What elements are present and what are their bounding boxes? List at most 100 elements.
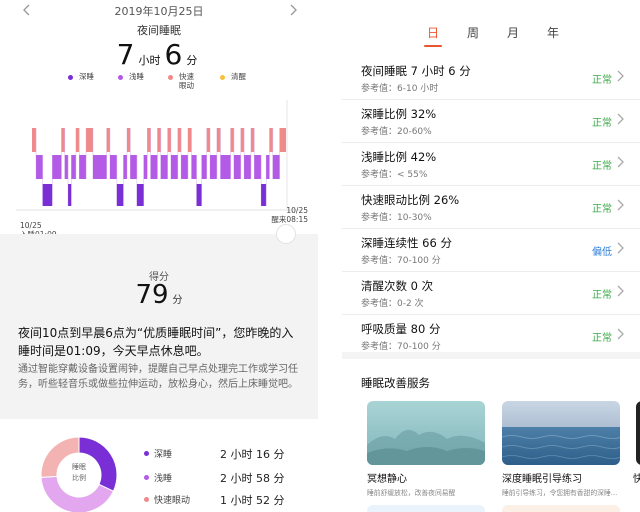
stage-segment bbox=[272, 155, 280, 179]
meditation-image bbox=[367, 401, 485, 465]
metric-title: 深睡比例 32% bbox=[361, 107, 437, 121]
sleep-stage-chart: 10/25 入睡01:09 10/25 醒来08:15 bbox=[0, 100, 318, 239]
chevron-right-icon bbox=[617, 328, 624, 340]
stage-segment bbox=[210, 155, 217, 179]
stage-name: 深睡 bbox=[154, 450, 173, 460]
metric-title: 深睡连续性 66 分 bbox=[361, 236, 452, 250]
stage-row-deep: 深睡 2 小时 16 分 bbox=[144, 446, 294, 462]
metric-reference: 参考值：70-100 分 bbox=[361, 256, 441, 266]
stage-segment bbox=[187, 128, 192, 152]
metric-reference: 参考值：10-30% bbox=[361, 213, 432, 223]
stage-segment bbox=[32, 128, 37, 152]
date-label: 2019年10月25日 bbox=[114, 5, 204, 18]
stage-row-light: 浅睡 2 小时 58 分 bbox=[144, 470, 294, 486]
stage-segment bbox=[266, 155, 270, 179]
stage-segment bbox=[181, 155, 188, 179]
metric-reference: 参考值：20-60% bbox=[361, 127, 432, 137]
metric-title: 呼吸质量 80 分 bbox=[361, 322, 441, 336]
tab-year[interactable]: 年 bbox=[538, 24, 568, 44]
stage-segment bbox=[220, 155, 231, 179]
score-unit: 分 bbox=[172, 295, 183, 306]
metric-reference: 参考值：< 55% bbox=[361, 170, 428, 180]
legend-label: 快速 眼动 bbox=[179, 72, 194, 90]
hours-unit: 小时 bbox=[138, 54, 161, 67]
service-card-row2-peek[interactable] bbox=[367, 505, 485, 512]
donut-center-line1: 睡眠 bbox=[72, 463, 86, 471]
hours-value: 7 bbox=[116, 38, 135, 71]
legend-label: 深睡 bbox=[79, 72, 94, 81]
stage-segment bbox=[230, 128, 234, 152]
metric-title: 清醒次数 0 次 bbox=[361, 279, 434, 293]
service-card-next-peek[interactable] bbox=[636, 401, 640, 465]
score-value: 79 分 bbox=[0, 280, 318, 310]
metric-reference: 参考值：0-2 次 bbox=[361, 299, 424, 309]
metric-reference: 参考值：70-100 分 bbox=[361, 342, 441, 352]
stage-segment bbox=[68, 184, 72, 206]
metric-title: 快速眼动比例 26% bbox=[361, 193, 460, 207]
stage-segment bbox=[196, 184, 202, 206]
metric-title: 浅睡比例 42% bbox=[361, 150, 437, 164]
stage-segment bbox=[177, 128, 182, 152]
stage-name: 快速眼动 bbox=[154, 496, 191, 506]
stage-segment bbox=[233, 155, 241, 179]
stage-segment bbox=[261, 184, 267, 206]
sleep-stats-panel: 日 周 月 年 夜间睡眠 7 小时 6 分 参考值：6-10 小时 正常 深睡比… bbox=[342, 0, 640, 512]
total-sleep-duration: 7 小时 6 分 bbox=[0, 38, 318, 71]
legend-deep: 深睡 bbox=[68, 72, 94, 81]
stage-segment bbox=[147, 128, 151, 152]
legend-label: 浅睡 bbox=[129, 72, 144, 81]
service-card-row2-peek[interactable] bbox=[502, 505, 620, 512]
stage-segment bbox=[92, 155, 107, 179]
stage-segment bbox=[123, 155, 127, 179]
stage-segment bbox=[191, 155, 197, 179]
stage-segment bbox=[79, 155, 87, 179]
metric-row-deep-continuity[interactable]: 深睡连续性 66 分 参考值：70-100 分 偏低 bbox=[342, 229, 640, 272]
legend-dot bbox=[168, 75, 173, 80]
services-title: 睡眠改善服务 bbox=[361, 376, 430, 390]
stage-row-rem: 快速眼动 1 小时 52 分 bbox=[144, 492, 294, 508]
legend-dot bbox=[118, 75, 123, 80]
metric-status: 正常 bbox=[592, 161, 612, 172]
stage-segment bbox=[86, 128, 93, 152]
stage-segment bbox=[143, 155, 148, 179]
stage-segment bbox=[127, 128, 131, 152]
legend-dot bbox=[220, 75, 225, 80]
metric-row-awake-count[interactable]: 清醒次数 0 次 参考值：0-2 次 正常 bbox=[342, 272, 640, 315]
stage-segment bbox=[52, 155, 62, 179]
stage-duration: 2 小时 58 分 bbox=[220, 472, 285, 485]
section-divider bbox=[342, 352, 640, 359]
chevron-right-icon[interactable] bbox=[286, 2, 300, 16]
stage-segment bbox=[75, 128, 80, 152]
stage-segment bbox=[167, 128, 171, 152]
metric-row-deep-ratio[interactable]: 深睡比例 32% 参考值：20-60% 正常 bbox=[342, 100, 640, 143]
legend-label: 清醒 bbox=[231, 72, 246, 81]
stage-segment bbox=[160, 155, 168, 179]
minutes-value: 6 bbox=[164, 38, 183, 71]
stage-segment bbox=[136, 184, 144, 206]
metric-row-night-sleep[interactable]: 夜间睡眠 7 小时 6 分 参考值：6-10 小时 正常 bbox=[342, 57, 640, 100]
stage-segment bbox=[109, 155, 117, 179]
metric-row-rem-ratio[interactable]: 快速眼动比例 26% 参考值：10-30% 正常 bbox=[342, 186, 640, 229]
advice-sub-text: 通过智能穿戴设备设置闹钟，提醒自己早点处理完工作或学习任务，听些轻音乐或做些拉伸… bbox=[18, 364, 298, 390]
stage-segment bbox=[216, 128, 221, 152]
stage-segment bbox=[71, 155, 76, 179]
tab-week[interactable]: 周 bbox=[458, 24, 488, 44]
stage-duration: 1 小时 52 分 bbox=[220, 494, 285, 507]
metric-row-light-ratio[interactable]: 浅睡比例 42% 参考值：< 55% 正常 bbox=[342, 143, 640, 186]
donut-center-line2: 比例 bbox=[72, 474, 86, 482]
sea-image bbox=[502, 401, 620, 465]
stage-name: 浅睡 bbox=[154, 474, 173, 484]
tab-month[interactable]: 月 bbox=[498, 24, 528, 44]
service-card-deep-sleep-guide[interactable]: 深度睡眠引导练习 睡前引导练习，令您拥有香甜的深睡... bbox=[502, 401, 620, 497]
stage-segment bbox=[254, 155, 262, 179]
tab-day[interactable]: 日 bbox=[418, 24, 448, 47]
chevron-right-icon bbox=[617, 113, 624, 125]
chevron-right-icon bbox=[617, 70, 624, 82]
metric-reference: 参考值：6-10 小时 bbox=[361, 84, 439, 94]
legend-dot bbox=[68, 75, 73, 80]
service-card-meditation[interactable]: 冥想静心 睡前舒缓放松，改善夜间易醒 bbox=[367, 401, 485, 497]
score-card: 得分 79 分 夜间10点到早晨6点为“优质睡眠时间”，您昨晚的入睡时间是01:0… bbox=[0, 224, 318, 419]
stage-segment bbox=[250, 128, 255, 152]
service-name: 冥想静心 bbox=[367, 474, 407, 485]
chart-scrub-handle[interactable] bbox=[276, 224, 296, 244]
